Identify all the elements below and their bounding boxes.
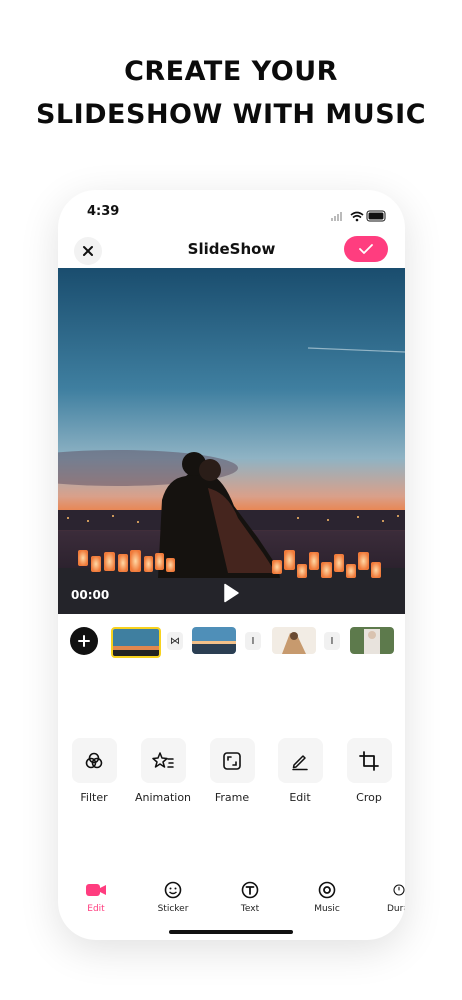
frame-icon (209, 738, 255, 783)
checkmark-icon (359, 244, 373, 254)
tool-label: Crop (356, 791, 382, 804)
tab-duration[interactable]: Dura (379, 880, 405, 914)
bottom-tab-bar: Edit Sticker Text Music Dura (58, 880, 405, 920)
crop-icon (346, 738, 392, 783)
signal-wifi-battery-icon (331, 210, 386, 222)
animation-icon (140, 738, 186, 783)
tab-music[interactable]: Music (302, 880, 352, 914)
transition-button-2[interactable]: I (245, 632, 261, 650)
clip-thumbnail-1[interactable] (111, 627, 161, 658)
home-indicator (169, 930, 293, 934)
tab-text[interactable]: Text (225, 880, 275, 914)
tool-crop[interactable]: Crop (339, 738, 399, 804)
clip-timeline: ⋈ I I (58, 622, 405, 662)
clip-image (192, 627, 236, 654)
video-icon (71, 880, 121, 900)
preview-image (58, 268, 405, 614)
headline-line-1: CREATE YOUR (124, 56, 338, 87)
headline-line-2: SLIDESHOW WITH MUSIC (35, 99, 427, 130)
tool-filter[interactable]: Filter (64, 738, 124, 804)
status-icons (331, 207, 387, 226)
playback-time: 00:00 (71, 588, 110, 602)
play-button[interactable] (222, 583, 240, 607)
clip-thumbnail-4[interactable] (350, 627, 394, 654)
text-icon (225, 880, 275, 900)
clip-thumbnail-2[interactable] (192, 627, 236, 654)
clip-image (272, 627, 316, 654)
filter-icon (71, 738, 117, 783)
tab-sticker[interactable]: Sticker (148, 880, 198, 914)
smiley-icon (148, 880, 198, 900)
tool-frame[interactable]: Frame (202, 738, 262, 804)
edit-tools: Filter Animation Frame Edit Crop (58, 738, 405, 808)
tool-label: Frame (214, 791, 250, 804)
music-icon (302, 880, 352, 900)
tool-label: Filter (80, 791, 108, 804)
tab-label: Text (240, 904, 260, 914)
transition-button-1[interactable]: ⋈ (167, 632, 183, 650)
status-bar: 4:39 (58, 204, 405, 224)
tab-label: Dura (387, 904, 405, 914)
transition-button-3[interactable]: I (324, 632, 340, 650)
tool-edit[interactable]: Edit (270, 738, 330, 804)
play-icon (224, 583, 239, 603)
clip-thumbnail-3[interactable] (272, 627, 316, 654)
tool-animation[interactable]: Animation (133, 738, 193, 804)
clip-image (350, 627, 394, 654)
add-clip-button[interactable] (70, 627, 98, 655)
tab-label: Edit (87, 904, 105, 914)
tab-label: Music (314, 904, 340, 914)
video-preview[interactable]: 00:00 (58, 268, 405, 614)
tool-label: Edit (289, 791, 311, 804)
tab-label: Sticker (157, 904, 189, 914)
plus-icon (78, 635, 90, 647)
status-time: 4:39 (87, 204, 120, 219)
edit-icon (277, 738, 323, 783)
clip-image (113, 629, 159, 656)
duration-icon (379, 880, 405, 900)
done-button[interactable] (344, 236, 388, 262)
tool-label: Animation (134, 791, 192, 804)
tab-edit[interactable]: Edit (71, 880, 121, 914)
editor-header: SlideShow (58, 234, 405, 268)
phone-frame: 4:39 SlideShow 00:00 ⋈ I I Filter Animat… (58, 190, 405, 940)
